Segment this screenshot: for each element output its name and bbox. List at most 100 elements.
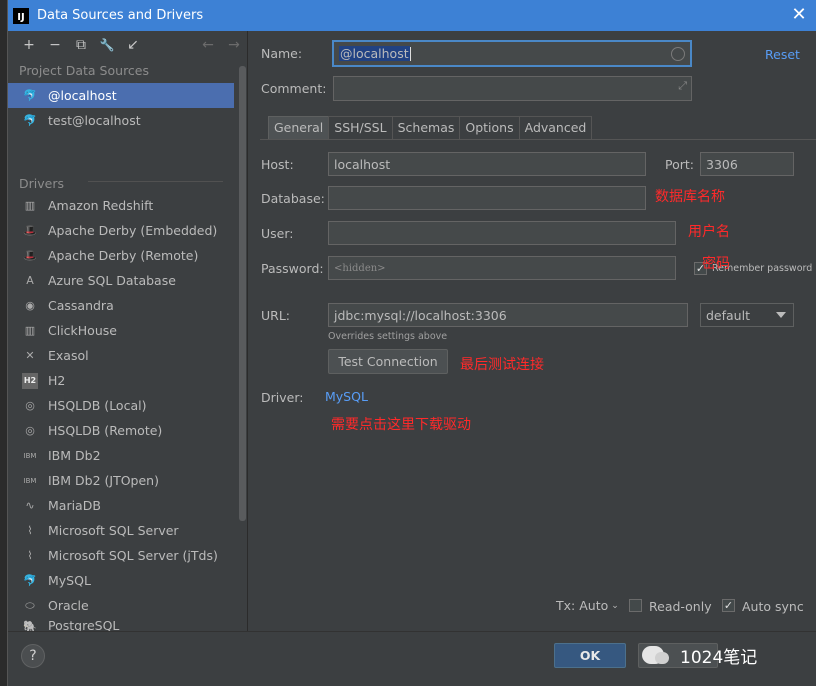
user-input[interactable] — [328, 221, 676, 245]
cassandra-icon: ◉ — [25, 299, 35, 312]
comment-input[interactable]: ⤢ — [333, 76, 692, 101]
data-source-item[interactable]: 🐬 test@localhost — [8, 108, 247, 133]
add-icon[interactable]: + — [16, 34, 42, 56]
driver-label: Apache Derby (Remote) — [48, 248, 199, 263]
import-icon[interactable]: ↙ — [120, 34, 146, 56]
ibm-db2-icon: IBM — [23, 451, 37, 460]
name-label: Name: — [261, 46, 303, 61]
hsqldb-icon: ◎ — [25, 399, 35, 412]
driver-item[interactable]: ∿ MariaDB — [8, 493, 238, 518]
driver-item[interactable]: ◉ Cassandra — [8, 293, 238, 318]
port-value: 3306 — [706, 156, 738, 172]
reset-link[interactable]: Reset — [765, 47, 800, 62]
clear-icon[interactable] — [671, 47, 685, 61]
url-mode-select[interactable]: default — [700, 303, 794, 327]
name-value: @localhost — [339, 46, 410, 61]
url-input[interactable]: jdbc:mysql://localhost:3306 — [328, 303, 688, 327]
ibm-db2-icon: IBM — [23, 476, 37, 485]
tab-advanced[interactable]: Advanced — [518, 116, 593, 139]
driver-label: Azure SQL Database — [48, 273, 176, 288]
driver-label: PostgreSQL — [48, 618, 120, 632]
postgresql-icon: 🐘 — [23, 619, 37, 633]
driver-label: Amazon Redshift — [48, 198, 154, 213]
bottom-bar: ? OK 1024笔记 — [8, 631, 816, 686]
exasol-icon: ✕ — [25, 349, 35, 362]
forward-arrow-icon[interactable]: → — [221, 34, 247, 56]
driver-label: Exasol — [48, 348, 89, 363]
driver-item[interactable]: 🎩 Apache Derby (Remote) — [8, 243, 238, 268]
azure-icon: A — [26, 274, 34, 287]
driver-item[interactable]: IBM IBM Db2 (JTOpen) — [8, 468, 238, 493]
driver-item[interactable]: ⌇ Microsoft SQL Server (jTds) — [8, 543, 238, 568]
driver-item[interactable]: 🎩 Apache Derby (Embedded) — [8, 218, 238, 243]
driver-item[interactable]: ✕ Exasol — [8, 343, 238, 368]
project-data-sources-title: Project Data Sources — [19, 63, 150, 78]
driver-item[interactable]: H2 H2 — [8, 368, 238, 393]
watermark-text: 1024笔记 — [680, 647, 758, 668]
driver-item[interactable]: A Azure SQL Database — [8, 268, 238, 293]
test-connection-button[interactable]: Test Connection — [328, 349, 448, 374]
driver-item[interactable]: ▥ ClickHouse — [8, 318, 238, 343]
tab-ssh-ssl[interactable]: SSH/SSL — [328, 116, 393, 139]
tab-schemas[interactable]: Schemas — [391, 116, 461, 139]
url-hint: Overrides settings above — [328, 331, 448, 342]
password-label: Password: — [261, 261, 324, 276]
driver-label: MariaDB — [48, 498, 101, 513]
ok-button[interactable]: OK — [554, 643, 626, 668]
mysql-dolphin-icon: 🐬 — [23, 89, 37, 102]
auto-sync-checkbox[interactable]: ✓ — [722, 599, 735, 612]
data-sources-dialog: IJ Data Sources and Drivers ✕ + − ⧉ 🔧 ↙ … — [7, 0, 816, 686]
annotation-password: 密码 — [702, 256, 730, 272]
driver-item[interactable]: IBM IBM Db2 — [8, 443, 238, 468]
driver-list: ▥ Amazon Redshift 🎩 Apache Derby (Embedded… — [8, 193, 238, 632]
driver-label: Apache Derby (Embedded) — [48, 223, 218, 238]
url-label: URL: — [261, 308, 291, 323]
derby-hat-icon: 🎩 — [23, 224, 37, 237]
close-icon[interactable]: ✕ — [789, 5, 809, 25]
annotation-database: 数据库名称 — [655, 189, 725, 205]
auto-sync-label: Auto sync — [742, 599, 804, 614]
name-input[interactable]: @localhost — [332, 40, 692, 67]
driver-item[interactable]: 🐬 MySQL — [8, 568, 238, 593]
data-source-item[interactable]: 🐬 @localhost — [8, 83, 234, 108]
wechat-icon — [642, 646, 669, 664]
left-scrollbar[interactable] — [239, 66, 246, 521]
driver-label: MySQL — [48, 573, 91, 588]
driver-item[interactable]: ▥ Amazon Redshift — [8, 193, 238, 218]
mysql-dolphin-icon: 🐬 — [23, 574, 37, 587]
driver-item[interactable]: 🐘 PostgreSQL — [8, 618, 238, 632]
help-icon[interactable]: ? — [21, 644, 45, 668]
left-panel: + − ⧉ 🔧 ↙ ← → Project Data Sources 🐬 @lo… — [8, 31, 248, 632]
tx-mode-select[interactable]: Tx: Auto ⌄ — [556, 598, 619, 613]
wrench-icon[interactable]: 🔧 — [94, 34, 120, 56]
read-only-checkbox[interactable] — [629, 599, 642, 612]
oracle-icon: ⬭ — [25, 598, 35, 612]
driver-item[interactable]: ◎ HSQLDB (Local) — [8, 393, 238, 418]
driver-item[interactable]: ⌇ Microsoft SQL Server — [8, 518, 238, 543]
mariadb-seal-icon: ∿ — [25, 499, 35, 512]
driver-label: Driver: — [261, 390, 304, 405]
driver-link[interactable]: MySQL — [325, 389, 368, 404]
sqlserver-icon: ⌇ — [27, 549, 33, 562]
driver-item[interactable]: ◎ HSQLDB (Remote) — [8, 418, 238, 443]
annotation-user: 用户名 — [688, 224, 730, 240]
tab-options[interactable]: Options — [459, 116, 520, 139]
background-editor-edge — [0, 0, 7, 686]
mysql-dolphin-icon: 🐬 — [23, 114, 37, 127]
tab-general[interactable]: General — [268, 116, 330, 139]
port-input[interactable]: 3306 — [700, 152, 794, 176]
host-label: Host: — [261, 157, 294, 172]
driver-item[interactable]: ⬭ Oracle — [8, 593, 238, 618]
remove-icon[interactable]: − — [42, 34, 68, 56]
duplicate-icon[interactable]: ⧉ — [68, 34, 94, 56]
h2-icon: H2 — [22, 372, 38, 389]
host-input[interactable]: localhost — [328, 152, 646, 176]
title-bar: IJ Data Sources and Drivers ✕ — [8, 0, 816, 31]
password-input[interactable]: <hidden> — [328, 256, 676, 280]
back-arrow-icon[interactable]: ← — [195, 34, 221, 56]
database-input[interactable] — [328, 186, 646, 210]
url-value: jdbc:mysql://localhost:3306 — [334, 307, 507, 323]
chevron-down-icon: ⌄ — [611, 600, 619, 611]
expand-icon[interactable]: ⤢ — [678, 79, 687, 93]
url-mode-value: default — [706, 307, 750, 323]
